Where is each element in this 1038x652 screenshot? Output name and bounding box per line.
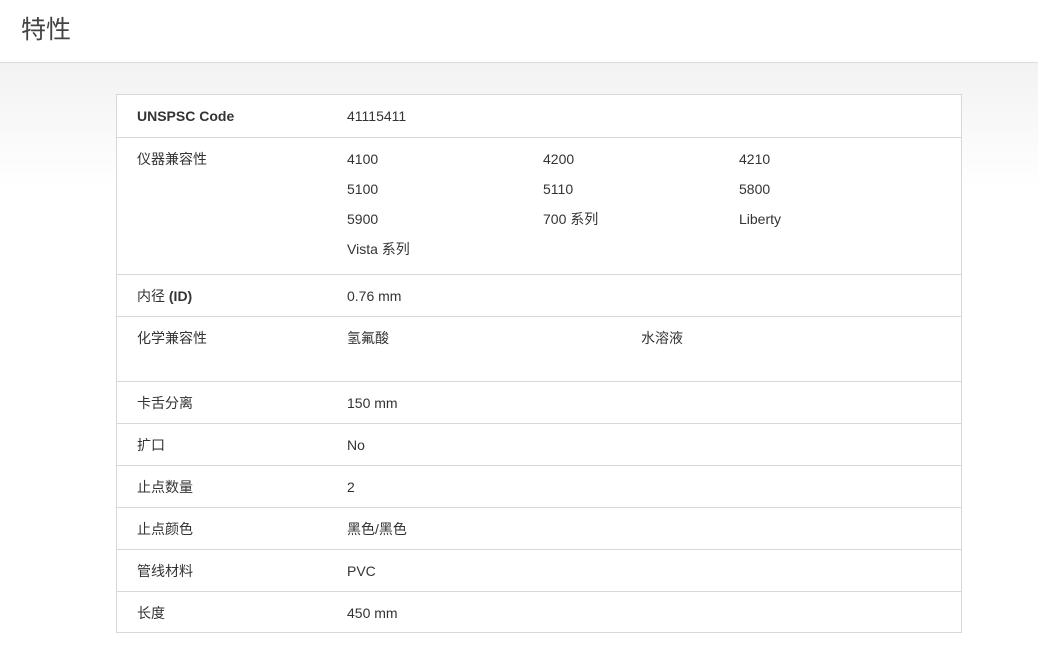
spec-value-unspsc: 41115411 [347, 108, 407, 124]
spec-label-flared: 扩口 [137, 437, 165, 453]
instrument-item: 5110 [543, 181, 574, 197]
spec-label-unspsc: UNSPSC Code [137, 108, 235, 124]
spec-row-tongue-separation: 卡舌分离 150 mm [117, 381, 961, 423]
spec-row-length: 长度 450 mm [117, 591, 961, 632]
instrument-compatibility-list: 4100 4200 4210 5100 5110 5800 5900 700 系… [347, 151, 935, 257]
spec-row-stop-count: 止点数量 2 [117, 465, 961, 507]
spec-value-stop-count: 2 [347, 479, 355, 495]
spec-row-tubing-material: 管线材料 PVC [117, 549, 961, 591]
instrument-item: Vista 系列 [347, 241, 410, 257]
spec-row-inner-diameter: 内径 (ID) 0.76 mm [117, 274, 961, 316]
instrument-item: 5100 [347, 181, 379, 197]
spec-row-flared: 扩口 No [117, 423, 961, 465]
spec-label-length: 长度 [137, 605, 165, 621]
spec-label-chemical-compatibility: 化学兼容性 [137, 330, 207, 346]
instrument-item: 4210 [739, 151, 771, 167]
spec-row-unspsc: UNSPSC Code 41115411 [117, 95, 961, 137]
instrument-item: 5900 [347, 211, 379, 227]
instrument-item: Liberty [739, 211, 782, 227]
spec-value-inner-diameter: 0.76 mm [347, 288, 402, 304]
chemical-item: 氢氟酸 [347, 330, 389, 346]
spec-row-instrument-compatibility: 仪器兼容性 4100 4200 4210 5100 5110 5800 5900… [117, 137, 961, 274]
spec-row-stop-color: 止点颜色 黑色/黑色 [117, 507, 961, 549]
instrument-item: 4100 [347, 151, 379, 167]
spec-label-instrument-compatibility: 仪器兼容性 [137, 151, 207, 167]
spec-value-length: 450 mm [347, 605, 398, 621]
page-header: 特性 [0, 0, 1038, 63]
spec-value-flared: No [347, 437, 365, 453]
spec-label-stop-color: 止点颜色 [137, 521, 193, 537]
specifications-table: UNSPSC Code 41115411 仪器兼容性 4100 4200 421… [116, 94, 962, 633]
spec-label-stop-count: 止点数量 [137, 479, 193, 495]
spec-value-tongue-separation: 150 mm [347, 395, 398, 411]
spec-label-tubing-material: 管线材料 [137, 563, 193, 579]
spec-label-inner-diameter-text: 内径 [137, 288, 169, 304]
chemical-item: 水溶液 [641, 330, 683, 346]
spec-value-stop-color: 黑色/黑色 [347, 521, 407, 537]
chemical-compatibility-list: 氢氟酸 水溶液 [347, 330, 935, 346]
instrument-item: 4200 [543, 151, 575, 167]
page-title: 特性 [21, 16, 72, 44]
spec-row-chemical-compatibility: 化学兼容性 氢氟酸 水溶液 [117, 316, 961, 381]
instrument-item: 5800 [739, 181, 771, 197]
spec-label-tongue-separation: 卡舌分离 [137, 395, 193, 411]
spec-value-tubing-material: PVC [347, 563, 376, 579]
instrument-item: 700 系列 [543, 211, 599, 227]
spec-label-inner-diameter: 内径 (ID) [137, 288, 192, 304]
spec-label-inner-diameter-unit: (ID) [168, 288, 193, 304]
